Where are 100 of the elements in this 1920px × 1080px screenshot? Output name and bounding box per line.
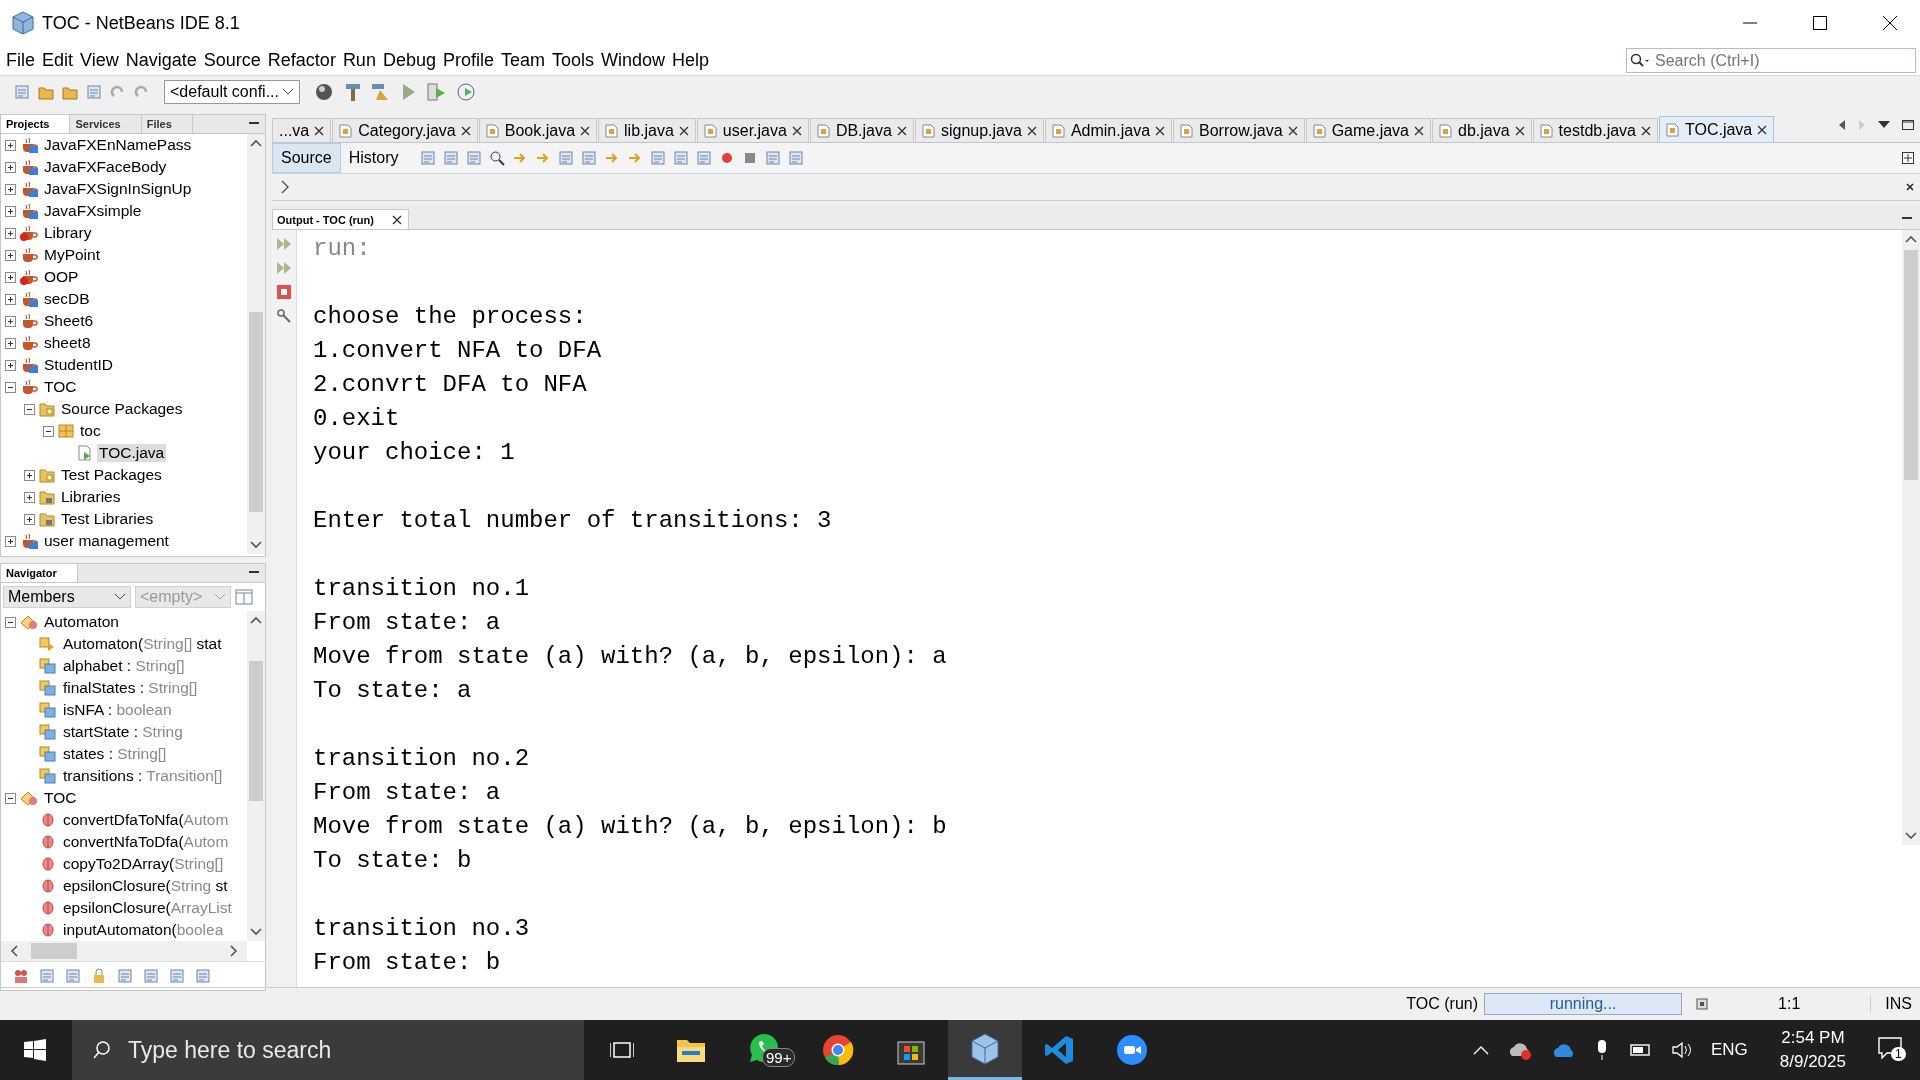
member-item[interactable]: finalStates : String[] [61,679,200,697]
editor-tab[interactable]: db.java [1432,118,1532,142]
expander-icon[interactable] [5,293,16,305]
stop-icon[interactable] [276,284,292,300]
chevron-down-icon[interactable] [114,593,126,601]
member-item[interactable]: convertNfaToDfa(Autom [61,833,231,851]
editor-tab[interactable]: lib.java [598,118,696,142]
tree-item[interactable]: Source Packages [59,400,185,418]
expander-icon[interactable] [5,205,16,217]
expander-icon[interactable] [43,425,54,437]
scroll-down-icon[interactable] [249,927,263,937]
member-item[interactable]: startState : String [61,723,185,741]
close-icon[interactable] [1757,124,1768,135]
expander-icon[interactable] [5,249,16,261]
member-item[interactable]: isNFA : boolean [61,701,174,719]
expander-icon[interactable] [24,513,35,525]
minimize-icon[interactable] [249,122,259,126]
menu-item[interactable]: Edit [40,50,79,71]
close-icon[interactable] [391,214,402,225]
member-item[interactable]: Automaton(String[] stat [61,635,224,653]
member-item[interactable]: transitions : Transition[] [61,767,225,785]
code-editor-icon[interactable] [1044,1035,1074,1065]
close-icon[interactable] [1882,15,1898,31]
menu-item[interactable]: Navigate [123,50,202,71]
open-folder-icon[interactable] [62,84,78,100]
panel-tab[interactable]: Services [70,115,142,133]
cancel-icon[interactable] [1696,998,1709,1010]
expander-icon[interactable] [5,139,16,151]
expander-icon[interactable] [5,381,16,393]
close-icon[interactable] [1414,125,1424,136]
scrollbar-thumb[interactable] [1904,250,1918,480]
close-icon[interactable] [791,125,802,136]
menu-item[interactable]: Debug [380,50,441,71]
video-camera-icon[interactable] [1116,1034,1148,1066]
editor-tab[interactable]: Game.java [1305,118,1431,142]
close-icon[interactable] [1906,183,1914,191]
split-icon[interactable] [1902,152,1914,164]
class-item[interactable]: TOC [42,789,79,807]
scrollbar[interactable] [247,611,265,941]
member-item[interactable]: convertDfaToNfa(Autom [61,811,231,829]
menu-item[interactable]: Source [201,50,266,71]
close-icon[interactable] [580,125,591,136]
scrollbar[interactable] [1902,230,1920,845]
tree-item[interactable]: JavaFXSignInSignUp [42,180,194,198]
minimize-icon[interactable] [249,571,259,575]
tree-item[interactable]: StudentID [42,356,115,374]
editor-tab[interactable]: testdb.java [1532,118,1658,142]
tree-item[interactable]: OOP [42,268,81,286]
clock-date[interactable]: 8/9/2025 [1779,1050,1846,1074]
class-item[interactable]: Automaton [42,613,121,631]
menu-item[interactable]: Tools [550,50,600,71]
editor-tab[interactable]: Category.java [332,118,478,142]
menu-item[interactable]: Window [599,50,671,71]
tree-item[interactable]: JavaFXsimple [42,202,144,220]
chevron-up-icon[interactable] [1472,1045,1489,1055]
expander-icon[interactable] [5,271,16,283]
menu-item[interactable]: File [4,50,40,71]
scroll-left-icon[interactable] [1838,120,1846,130]
maximize-icon[interactable] [1902,120,1914,130]
tree-item[interactable]: Sheet6 [42,312,96,330]
expander-icon[interactable] [5,183,16,195]
editor-tab[interactable]: Admin.java [1044,118,1173,142]
panel-tab[interactable]: Projects [1,115,71,133]
close-icon[interactable] [1287,125,1298,136]
speaker-icon[interactable] [1670,1040,1693,1060]
profile-icon[interactable] [456,82,478,102]
editor-tab[interactable]: Book.java [478,118,598,142]
close-icon[interactable] [1641,125,1651,136]
expander-icon[interactable] [24,469,35,481]
close-icon[interactable] [1155,125,1166,136]
window-icon[interactable] [235,589,253,605]
expander-icon[interactable] [24,403,35,415]
menu-item[interactable]: Profile [440,50,499,71]
member-item[interactable]: epsilonClosure(ArrayList [61,899,234,917]
tree-item[interactable]: Test Libraries [59,510,156,528]
editor-tab[interactable]: signup.java [914,118,1044,142]
tree-item[interactable]: sheet8 [42,334,93,352]
scroll-down-icon[interactable] [1904,831,1918,841]
language-indicator[interactable]: ENG [1710,1040,1748,1060]
output-tab[interactable]: Output - TOC (run) [272,209,409,229]
taskbar-search-field[interactable]: Type here to search [72,1020,584,1080]
view-tab[interactable]: History [340,144,407,172]
scroll-up-icon[interactable] [1904,234,1918,244]
member-item[interactable]: states : String[] [61,745,169,763]
scroll-right-icon[interactable] [229,944,239,958]
windows-start-icon[interactable] [24,1039,46,1061]
tree-item[interactable]: JavaFXFaceBody [42,158,169,176]
editor-tab[interactable]: ...va [272,118,332,142]
tree-item[interactable]: TOC [42,378,79,396]
editor-tab[interactable]: TOC.java [1659,116,1775,142]
tree-item[interactable]: TOC.java [97,444,167,462]
scrollbar[interactable] [247,134,265,554]
task-view-icon[interactable] [610,1039,634,1061]
wrench-icon[interactable] [276,308,292,324]
expander-icon[interactable] [5,535,16,547]
close-icon[interactable] [1026,125,1037,136]
tree-item[interactable]: Libraries [59,488,123,506]
dropdown-icon[interactable] [1878,121,1890,129]
panel-tab[interactable]: Files [141,115,193,133]
tree-item[interactable]: Test Packages [59,466,164,484]
